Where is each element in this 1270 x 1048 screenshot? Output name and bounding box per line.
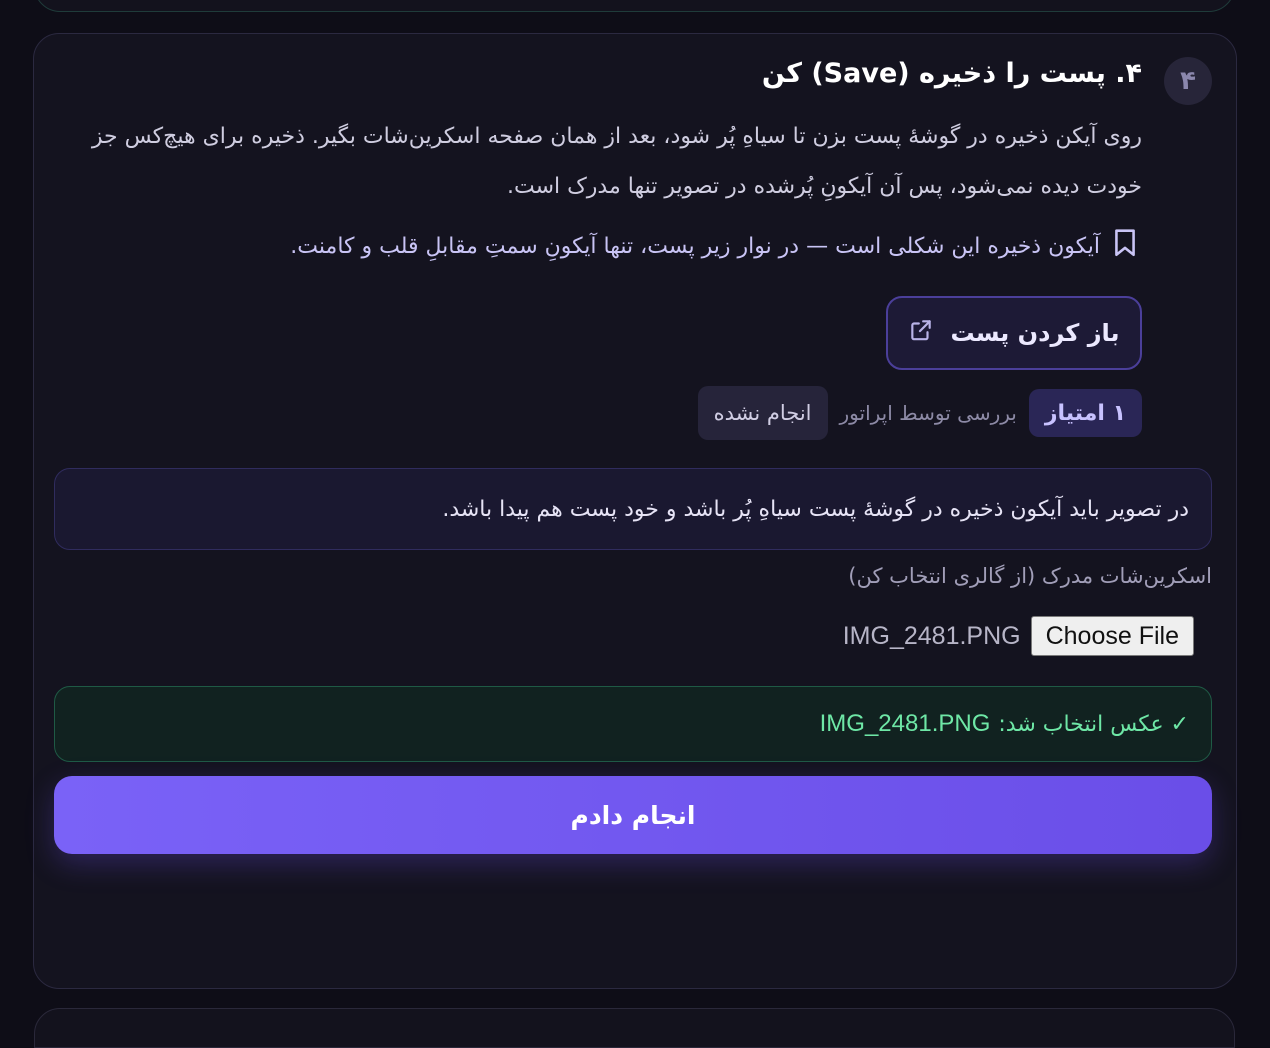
selected-file-name: IMG_2481.PNG [819,710,991,737]
acceptance-criteria: در تصویر باید آیکون ذخیره در گوشهٔ پست س… [54,468,1212,550]
open-post-label: باز کردن پست [950,319,1120,347]
external-link-icon [908,317,934,349]
points-badge: ۱ امتیاز [1028,389,1142,437]
selected-prefix: ✓ عکس انتخاب شد: [998,711,1189,737]
task-meta-row: ۱ امتیاز بررسی توسط اپراتور انجام نشده [697,386,1142,440]
step-number-badge: ۴ [1164,57,1212,105]
upload-label: اسکرین‌شات مدرک (از گالری انتخاب کن) [848,564,1212,588]
step-description: روی آیکن ذخیره در گوشهٔ پست بزن تا سیاهِ… [91,124,1142,199]
next-step-card [34,1008,1235,1048]
criteria-text: در تصویر باید آیکون ذخیره در گوشهٔ پست س… [442,496,1189,522]
chosen-file-name: IMG_2481.PNG [842,621,1021,650]
bookmark-icon [1112,228,1138,264]
hint-text: آیکون ذخیره این شکلی است — در نوار زیر پ… [290,233,1100,259]
open-post-button[interactable]: باز کردن پست [886,296,1142,370]
step-title: ۴. پست را ذخیره (Save) کن [761,58,1142,89]
choose-file-button[interactable]: Choose File [1030,616,1194,656]
status-badge: انجام نشده [697,386,828,440]
previous-step-card [34,0,1235,12]
file-selected-notice: ✓ عکس انتخاب شد: IMG_2481.PNG [54,686,1212,762]
file-input[interactable]: Choose File IMG_2481.PNG [843,616,1194,656]
reviewer-label: بررسی توسط اپراتور [839,401,1017,425]
save-icon-hint: آیکون ذخیره این شکلی است — در نوار زیر پ… [290,228,1138,264]
done-button[interactable]: انجام دادم [54,776,1212,854]
